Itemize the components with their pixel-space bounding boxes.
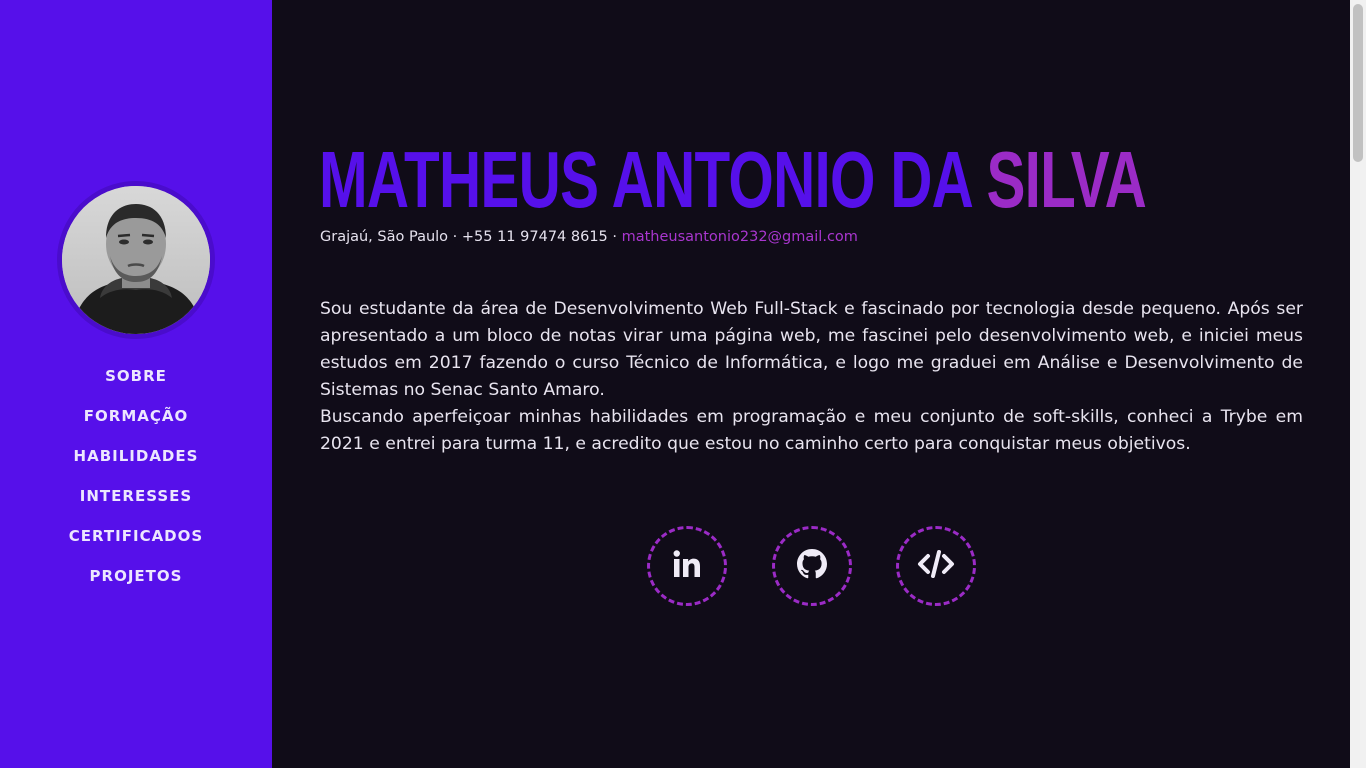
separator: · [607,229,622,245]
avatar-ring [57,181,215,339]
nav-item-habilidades: HABILIDADES [0,444,272,484]
nav-link-sobre[interactable]: SOBRE [105,364,167,388]
scrollbar[interactable] [1350,0,1366,768]
email-link[interactable]: matheusantonio232@gmail.com [622,229,858,245]
name-last: SILVA [986,135,1147,224]
bio-paragraph: Sou estudante da área de Desenvolvimento… [320,299,1303,400]
contact-line: Grajaú, São Paulo · +55 11 97474 8615 · … [320,227,858,247]
page-title: MATHEUS ANTONIO DA SILVA [319,134,1147,226]
linkedin-icon [672,549,702,583]
avatar [62,186,210,334]
github-icon [797,549,827,583]
code-icon [917,549,955,583]
linkedin-button[interactable] [647,526,727,606]
nav-link-habilidades[interactable]: HABILIDADES [74,444,199,468]
separator: · [448,229,462,245]
bio: Sou estudante da área de Desenvolvimento… [320,296,1303,458]
nav-link-interesses[interactable]: INTERESSES [80,484,192,508]
phone-text: +55 11 97474 8615 [461,229,608,245]
nav-item-projetos: PROJETOS [0,564,272,604]
main-content: MATHEUS ANTONIO DA SILVA Grajaú, São Pau… [272,0,1350,768]
nav-link-projetos[interactable]: PROJETOS [90,564,183,588]
location-text: Grajaú, São Paulo [320,229,449,245]
github-button[interactable] [772,526,852,606]
sidebar-nav: SOBRE FORMAÇÃO HABILIDADES INTERESSES CE… [0,364,272,604]
scrollbar-thumb[interactable] [1353,4,1363,162]
nav-item-formacao: FORMAÇÃO [0,404,272,444]
bio-paragraph: Buscando aperfeiçoar minhas habilidades … [320,407,1303,454]
nav-link-certificados[interactable]: CERTIFICADOS [69,524,203,548]
sidebar: SOBRE FORMAÇÃO HABILIDADES INTERESSES CE… [0,0,272,768]
nav-link-formacao[interactable]: FORMAÇÃO [84,404,188,428]
portfolio-button[interactable] [896,526,976,606]
nav-item-sobre: SOBRE [0,364,272,404]
nav-item-certificados: CERTIFICADOS [0,524,272,564]
nav-item-interesses: INTERESSES [0,484,272,524]
name-first: MATHEUS ANTONIO DA [319,135,987,224]
